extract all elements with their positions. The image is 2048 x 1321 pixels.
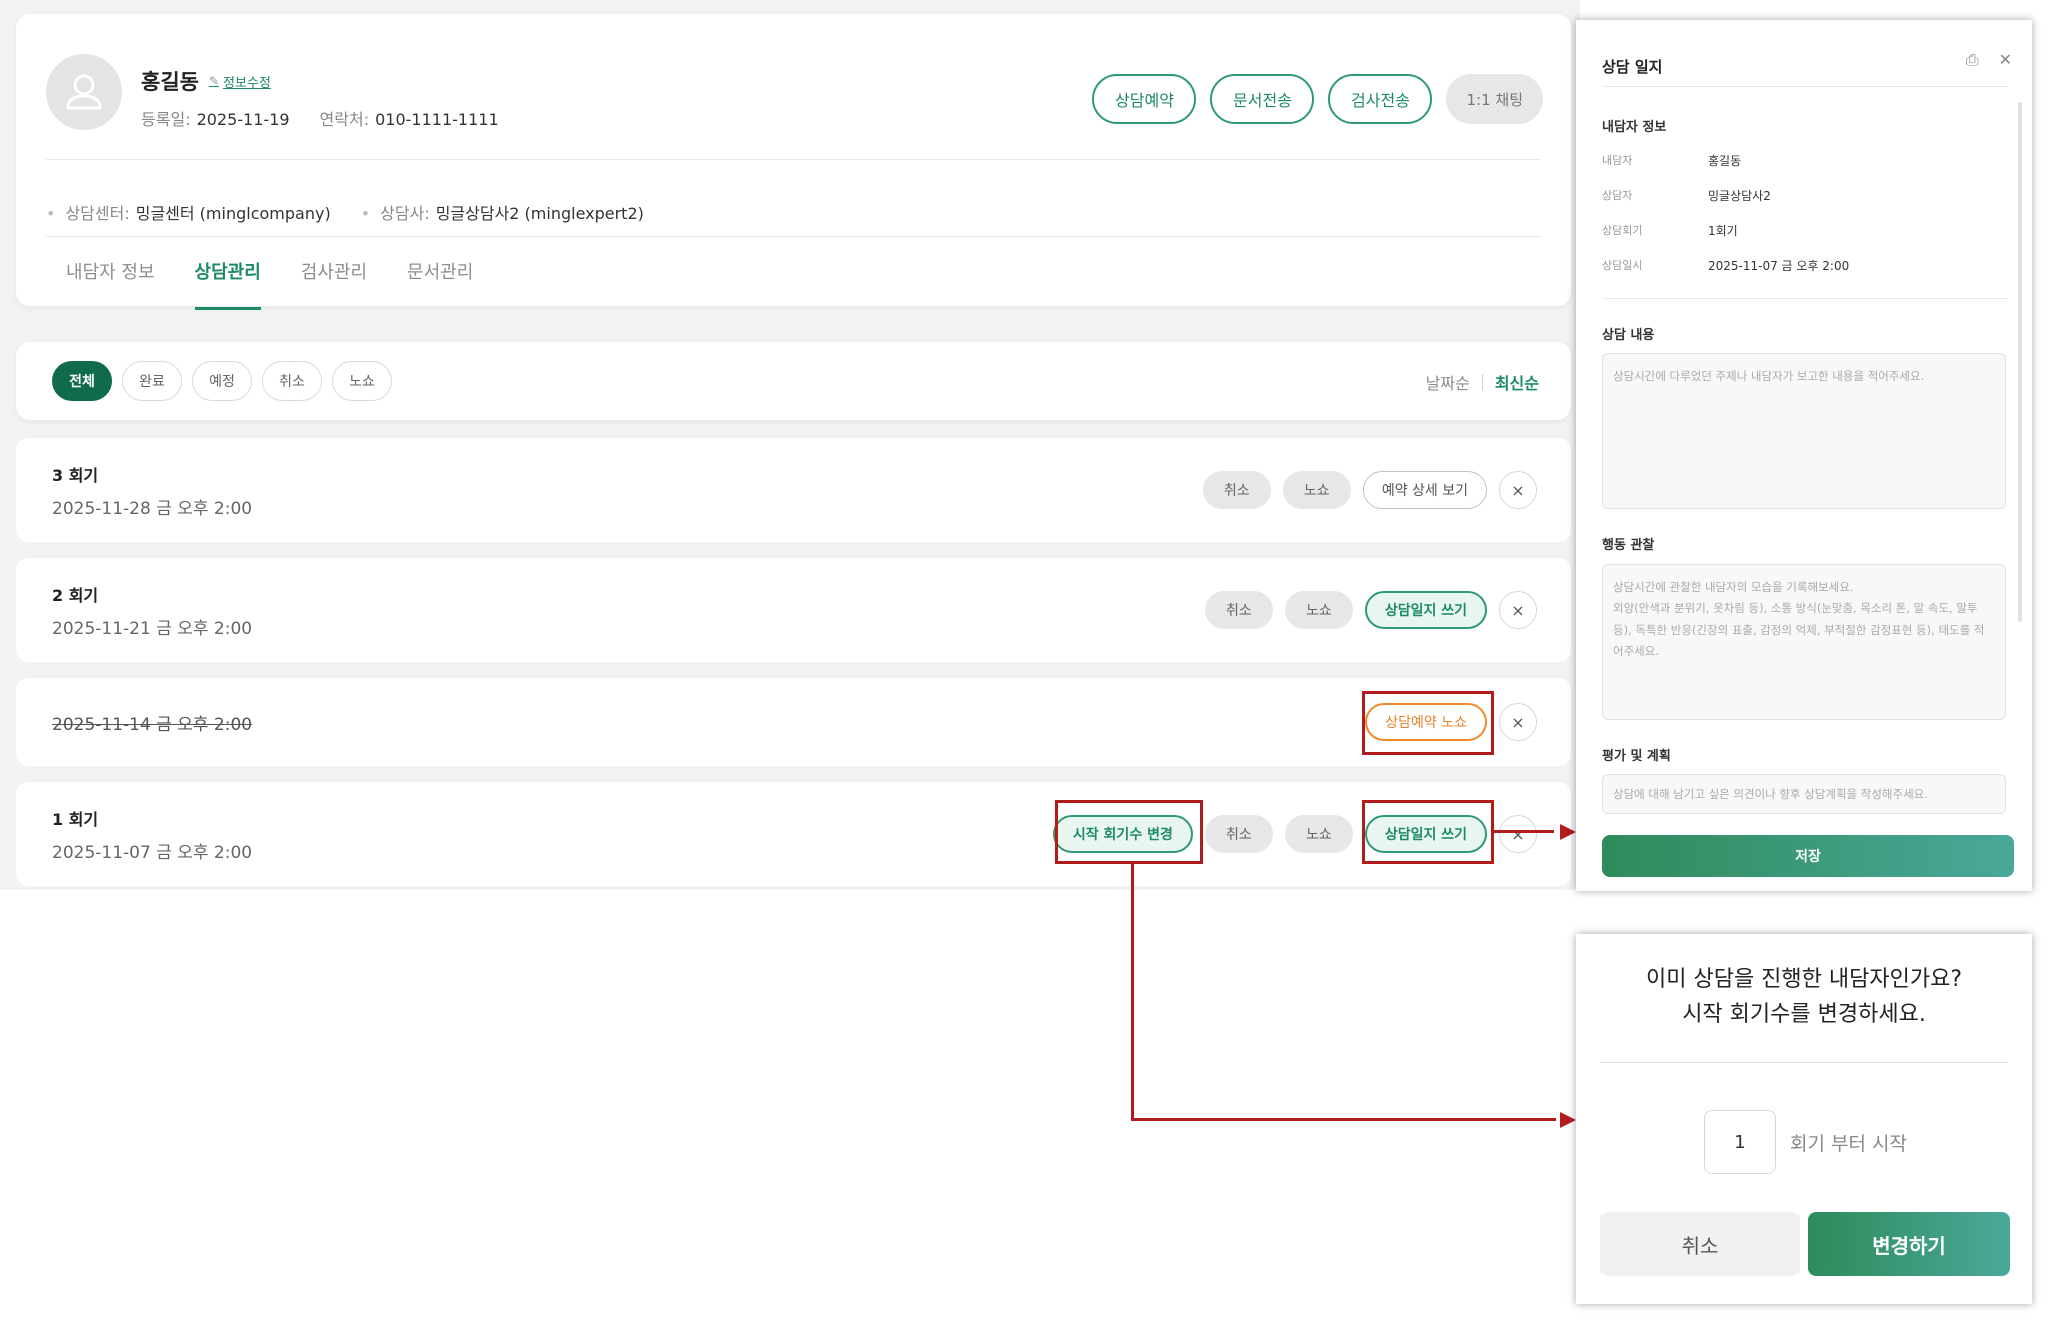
profile-tabs: 내담자 정보 상담관리 검사관리 문서관리 bbox=[66, 258, 473, 310]
annotation-arrow-line bbox=[1131, 1118, 1556, 1121]
filter-chip-noshow[interactable]: 노쇼 bbox=[332, 361, 392, 401]
user-avatar-icon bbox=[46, 54, 122, 130]
evaluation-plan-textarea[interactable]: 상담에 대해 남기고 싶은 의견이나 향후 상담계획을 작성해주세요. bbox=[1602, 774, 2006, 814]
session-title: 2 회기 bbox=[52, 586, 99, 605]
registered-date: 등록일: 2025-11-19 bbox=[141, 110, 290, 129]
cancel-button[interactable]: 취소 bbox=[1600, 1212, 1800, 1276]
divider bbox=[1600, 1062, 2008, 1063]
counseling-center: 상담센터:밍글센터 (minglcompany) bbox=[46, 200, 330, 224]
start-session-suffix: 회기 부터 시작 bbox=[1790, 1132, 1907, 1155]
counseling-journal-panel: 상담 일지 ⎙ ✕ 내담자 정보 내담자 홍길동 상담자 밍글상담사2 상담회기 1회… bbox=[1576, 20, 2032, 891]
session-date: 2025-11-07 금 오후 2:00 bbox=[52, 843, 253, 863]
close-icon[interactable]: × bbox=[1499, 591, 1537, 629]
section-counseling-content: 상담 내용 bbox=[1602, 328, 1655, 343]
session-filter-bar: 전체 완료 예정 취소 노쇼 날짜순 최신순 bbox=[16, 342, 1571, 420]
annotation-arrow-line bbox=[1131, 864, 1134, 1121]
close-icon[interactable]: × bbox=[1499, 703, 1537, 741]
book-counseling-button[interactable]: 상담예약 bbox=[1092, 74, 1197, 124]
noshow-button[interactable]: 노쇼 bbox=[1282, 471, 1351, 509]
start-session-input[interactable]: 1 bbox=[1704, 1110, 1776, 1174]
pencil-icon: ✎ bbox=[208, 74, 220, 88]
filter-chip-cancelled[interactable]: 취소 bbox=[262, 361, 322, 401]
save-button[interactable]: 저장 bbox=[1602, 835, 2014, 877]
chat-button[interactable]: 1:1 채팅 bbox=[1446, 74, 1543, 124]
divider bbox=[1602, 298, 2008, 299]
annotation-highlight bbox=[1362, 691, 1494, 755]
behavior-observation-textarea[interactable]: 상담시간에 관찰한 내담자의 모습을 기록해보세요. 외양(안색과 분위기, 옷… bbox=[1602, 564, 2006, 720]
annotation-arrow-line bbox=[1494, 830, 1554, 833]
panel-scrollbar[interactable] bbox=[2018, 102, 2022, 622]
counseling-content-textarea[interactable]: 상담시간에 다루었던 주제나 내담자가 보고한 내용을 적어주세요. bbox=[1602, 353, 2006, 509]
panel-title: 상담 일지 bbox=[1602, 58, 1663, 76]
session-date: 2025-11-21 금 오후 2:00 bbox=[52, 619, 253, 639]
sort-by-latest[interactable]: 최신순 bbox=[1495, 370, 1539, 394]
session-row: 2 회기 2025-11-21 금 오후 2:00 취소 노쇼 상담일지 쓰기 … bbox=[16, 558, 1571, 662]
tab-client-info[interactable]: 내담자 정보 bbox=[66, 258, 155, 302]
contact-number: 연락처: 010-1111-1111 bbox=[319, 110, 499, 129]
send-document-button[interactable]: 문서전송 bbox=[1210, 74, 1315, 124]
change-button[interactable]: 변경하기 bbox=[1808, 1212, 2010, 1276]
close-icon[interactable]: × bbox=[1499, 471, 1537, 509]
session-title: 3 회기 bbox=[52, 466, 99, 485]
cancel-session-button[interactable]: 취소 bbox=[1202, 471, 1271, 509]
annotation-highlight bbox=[1362, 800, 1494, 864]
divider bbox=[46, 159, 1541, 160]
cancel-session-button[interactable]: 취소 bbox=[1204, 591, 1273, 629]
tab-document-management[interactable]: 문서관리 bbox=[407, 258, 473, 302]
client-profile-card: 홍길동 ✎ 정보수정 등록일: 2025-11-19 연락처: 010-1111-1… bbox=[16, 14, 1571, 310]
noshow-button[interactable]: 노쇼 bbox=[1284, 591, 1353, 629]
filter-chip-all[interactable]: 전체 bbox=[52, 361, 112, 401]
filter-chip-scheduled[interactable]: 예정 bbox=[192, 361, 252, 401]
annotation-arrowhead bbox=[1560, 1112, 1576, 1128]
section-client-info: 내담자 정보 bbox=[1602, 120, 1667, 135]
tab-test-management[interactable]: 검사관리 bbox=[301, 258, 367, 302]
cancel-session-button[interactable]: 취소 bbox=[1204, 815, 1273, 853]
counselor: 상담사:밍글상담사2 (minglexpert2) bbox=[361, 200, 644, 224]
session-row: 1 회기 2025-11-07 금 오후 2:00 시작 회기수 변경 취소 노… bbox=[16, 782, 1571, 886]
field-session-number: 상담회기 1회기 bbox=[1602, 224, 1738, 238]
annotation-arrowhead bbox=[1560, 824, 1576, 840]
divider bbox=[1602, 86, 2008, 87]
field-session-datetime: 상담일시 2025-11-07 금 오후 2:00 bbox=[1602, 259, 1850, 273]
sort-separator bbox=[1481, 374, 1483, 390]
field-counselor: 상담자 밍글상담사2 bbox=[1602, 189, 1771, 203]
session-row-noshow: 2025-11-14 금 오후 2:00 상담예약 노쇼 × bbox=[16, 678, 1571, 766]
session-title: 1 회기 bbox=[52, 810, 99, 829]
write-journal-button[interactable]: 상담일지 쓰기 bbox=[1364, 591, 1487, 629]
tab-counseling-management[interactable]: 상담관리 bbox=[194, 258, 262, 310]
noshow-button[interactable]: 노쇼 bbox=[1284, 815, 1353, 853]
divider bbox=[46, 236, 1541, 237]
close-icon[interactable]: ✕ bbox=[1999, 50, 2012, 70]
print-icon[interactable]: ⎙ bbox=[1966, 50, 1979, 70]
close-icon[interactable]: × bbox=[1499, 815, 1537, 853]
edit-info-link[interactable]: ✎ 정보수정 bbox=[209, 72, 271, 91]
sort-by-date[interactable]: 날짜순 bbox=[1426, 370, 1470, 394]
dialog-message: 이미 상담을 진행한 내담자인가요? 시작 회기수를 변경하세요. bbox=[1645, 967, 1963, 1028]
filter-chip-complete[interactable]: 완료 bbox=[122, 361, 182, 401]
send-test-button[interactable]: 검사전송 bbox=[1328, 74, 1433, 124]
view-booking-detail-button[interactable]: 예약 상세 보기 bbox=[1362, 471, 1487, 509]
field-client: 내담자 홍길동 bbox=[1602, 154, 1742, 168]
session-date: 2025-11-28 금 오후 2:00 bbox=[52, 499, 253, 519]
section-evaluation-plan: 평가 및 계획 bbox=[1602, 749, 1671, 764]
client-name: 홍길동 bbox=[141, 70, 199, 94]
session-row: 3 회기 2025-11-28 금 오후 2:00 취소 노쇼 예약 상세 보기… bbox=[16, 438, 1571, 542]
session-date: 2025-11-14 금 오후 2:00 bbox=[52, 715, 253, 735]
annotation-highlight bbox=[1055, 800, 1203, 864]
section-behavior-observation: 행동 관찰 bbox=[1602, 538, 1655, 553]
change-start-session-dialog: 이미 상담을 진행한 내담자인가요? 시작 회기수를 변경하세요. 1 회기 부… bbox=[1576, 934, 2032, 1304]
edit-info-label: 정보수정 bbox=[223, 75, 271, 91]
